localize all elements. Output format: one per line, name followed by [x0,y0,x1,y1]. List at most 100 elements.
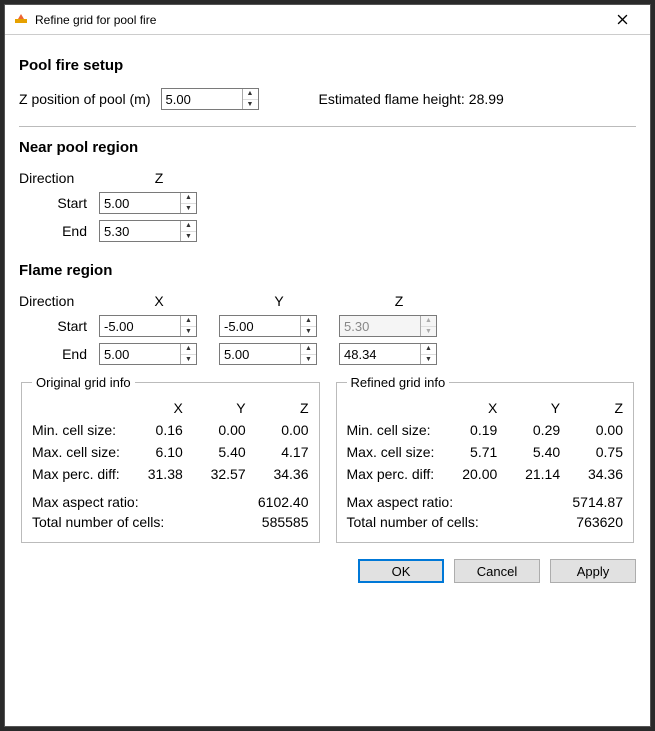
flame-hdr-y: Y [219,293,339,309]
near-hdr-z: Z [99,170,219,186]
grid-info-panels: Original grid info X Y Z Min. cell size:… [19,375,636,543]
rg-cells-label: Total number of cells: [347,514,479,530]
dialog-content: Pool fire setup Z position of pool (m) ▲… [5,35,650,593]
flame-start-x-stepper[interactable]: ▲▼ [99,315,197,337]
flame-end-x-input[interactable] [100,344,180,364]
rg-perc-x: 20.00 [440,466,497,482]
flame-hdr-z: Z [339,293,459,309]
og-perc-y: 32.57 [189,466,246,482]
chevron-down-icon[interactable]: ▼ [301,355,316,365]
spinner-arrows: ▲ ▼ [242,89,258,109]
flame-start-x-input[interactable] [100,316,180,336]
flame-end-y-input[interactable] [220,344,300,364]
near-end-stepper[interactable]: ▲▼ [99,220,197,242]
flame-start-label: Start [19,318,99,334]
near-start-input[interactable] [100,193,180,213]
chevron-up-icon[interactable]: ▲ [181,193,196,204]
rg-max-y: 5.40 [503,444,560,460]
flame-hdr-x: X [99,293,219,309]
flame-height-label: Estimated flame height: [319,91,465,107]
flame-start-y-stepper[interactable]: ▲▼ [219,315,317,337]
rg-min-y: 0.29 [503,422,560,438]
flame-end-x-stepper[interactable]: ▲▼ [99,343,197,365]
flame-start-z-input [340,316,420,336]
zpos-input[interactable] [162,89,242,109]
near-end-input[interactable] [100,221,180,241]
chevron-down-icon[interactable]: ▼ [181,327,196,337]
flame-end-z-stepper[interactable]: ▲▼ [339,343,437,365]
og-min-x: 0.16 [126,422,183,438]
near-start-stepper[interactable]: ▲▼ [99,192,197,214]
near-end-label: End [19,223,99,239]
title-bar: Refine grid for pool fire [5,5,650,35]
near-table: Direction Z Start ▲▼ End ▲▼ [19,170,636,242]
og-aspect-value: 6102.40 [258,494,309,510]
chevron-up-icon[interactable]: ▲ [301,316,316,327]
og-row-min: Min. cell size: [32,422,120,438]
rg-max-z: 0.75 [566,444,623,460]
refined-grid-fieldset: Refined grid info X Y Z Min. cell size: … [336,375,635,543]
zpos-label: Z position of pool (m) [19,91,151,107]
rg-perc-z: 34.36 [566,466,623,482]
dialog-window: Refine grid for pool fire Pool fire setu… [4,4,651,727]
chevron-up-icon[interactable]: ▲ [181,221,196,232]
og-hdr-z: Z [252,400,309,416]
rg-aspect-value: 5714.87 [572,494,623,510]
rg-perc-y: 21.14 [503,466,560,482]
og-aspect-label: Max aspect ratio: [32,494,139,510]
og-row-max: Max. cell size: [32,444,120,460]
chevron-down-icon[interactable]: ▼ [243,100,258,110]
rg-hdr-z: Z [566,400,623,416]
flame-start-z-stepper: ▲▼ [339,315,437,337]
chevron-down-icon[interactable]: ▼ [181,204,196,214]
rg-min-z: 0.00 [566,422,623,438]
zpos-stepper[interactable]: ▲ ▼ [161,88,259,110]
rg-row-max: Max. cell size: [347,444,435,460]
chevron-up-icon[interactable]: ▲ [421,344,436,355]
chevron-down-icon[interactable]: ▼ [301,327,316,337]
apply-button[interactable]: Apply [550,559,636,583]
og-row-perc: Max perc. diff: [32,466,120,482]
refined-grid-legend: Refined grid info [347,375,450,390]
chevron-up-icon: ▲ [421,316,436,327]
direction-label: Direction [19,293,99,309]
og-max-z: 4.17 [252,444,309,460]
chevron-up-icon[interactable]: ▲ [301,344,316,355]
section-near-title: Near pool region [19,139,636,156]
button-bar: OK Cancel Apply [19,559,636,583]
rg-max-x: 5.71 [440,444,497,460]
chevron-down-icon: ▼ [421,327,436,337]
cancel-button[interactable]: Cancel [454,559,540,583]
chevron-up-icon[interactable]: ▲ [243,89,258,100]
flame-end-z-input[interactable] [340,344,420,364]
flame-table: Direction X Y Z Start ▲▼ ▲▼ ▲▼ End ▲▼ ▲▼… [19,293,636,365]
close-button[interactable] [602,5,642,35]
chevron-down-icon[interactable]: ▼ [181,355,196,365]
section-flame-title: Flame region [19,262,636,279]
original-grid-legend: Original grid info [32,375,135,390]
og-perc-x: 31.38 [126,466,183,482]
chevron-up-icon[interactable]: ▲ [181,316,196,327]
chevron-up-icon[interactable]: ▲ [181,344,196,355]
flame-height-value: 28.99 [469,91,504,107]
rg-min-x: 0.19 [440,422,497,438]
rg-aspect-label: Max aspect ratio: [347,494,454,510]
chevron-down-icon[interactable]: ▼ [181,232,196,242]
og-cells-label: Total number of cells: [32,514,164,530]
ok-button[interactable]: OK [358,559,444,583]
og-cells-value: 585585 [262,514,309,530]
section-pool-title: Pool fire setup [19,57,636,74]
zpos-row: Z position of pool (m) ▲ ▼ Estimated fla… [19,88,636,110]
og-max-y: 5.40 [189,444,246,460]
near-start-label: Start [19,195,99,211]
og-perc-z: 34.36 [252,466,309,482]
flame-start-y-input[interactable] [220,316,300,336]
og-hdr-x: X [126,400,183,416]
rg-hdr-y: Y [503,400,560,416]
flame-end-y-stepper[interactable]: ▲▼ [219,343,317,365]
rg-row-min: Min. cell size: [347,422,435,438]
chevron-down-icon[interactable]: ▼ [421,355,436,365]
rg-row-perc: Max perc. diff: [347,466,435,482]
close-icon [617,14,628,25]
rg-cells-value: 763620 [576,514,623,530]
